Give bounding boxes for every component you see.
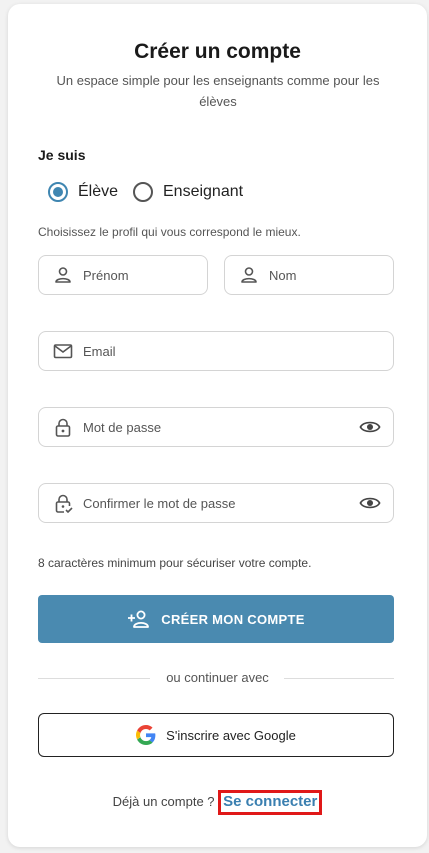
email-input[interactable] [83,332,349,370]
google-signup-label: S'inscrire avec Google [166,727,296,743]
signup-card: Créer un compte Un espace simple pour le… [8,4,427,847]
radio-option-eleve[interactable]: Élève [48,182,118,202]
radio-eleve[interactable] [48,182,68,202]
add-user-icon [128,610,150,628]
create-account-button[interactable]: CRÉER MON COMPTE [38,595,394,643]
password-field[interactable] [38,407,394,447]
firstname-input[interactable] [83,256,163,294]
login-prompt: Déjà un compte ? Se connecter [8,790,427,815]
user-icon [55,267,71,283]
radio-enseignant-label: Enseignant [163,183,244,200]
page-subtitle: Un espace simple pour les enseignants co… [56,73,380,109]
lock-icon [55,418,71,437]
create-account-label: CRÉER MON COMPTE [161,611,305,627]
google-signup-button[interactable]: S'inscrire avec Google [38,713,394,757]
lastname-field[interactable] [224,255,394,295]
confirm-password-input[interactable] [83,484,349,522]
divider-right [284,678,394,679]
password-hint: 8 caractères minimum pour sécuriser votr… [38,556,312,570]
google-icon [136,725,156,745]
confirm-password-field[interactable] [38,483,394,523]
mail-icon [53,344,73,359]
password-input[interactable] [83,408,349,446]
role-hint: Choisissez le profil qui vous correspond… [38,225,301,239]
role-label: Je suis [38,147,86,163]
login-prompt-text: Déjà un compte ? [112,794,215,809]
email-field[interactable] [38,331,394,371]
radio-eleve-label: Élève [78,183,119,200]
firstname-field[interactable] [38,255,208,295]
lock-check-icon [55,494,73,513]
login-link[interactable]: Se connecter [218,790,323,815]
radio-option-enseignant[interactable]: Enseignant [133,182,243,202]
page-title: Créer un compte [134,40,301,63]
lastname-input[interactable] [269,256,349,294]
eye-icon[interactable] [359,493,381,513]
radio-enseignant[interactable] [133,182,153,202]
user-icon [241,267,257,283]
eye-icon[interactable] [359,417,381,437]
